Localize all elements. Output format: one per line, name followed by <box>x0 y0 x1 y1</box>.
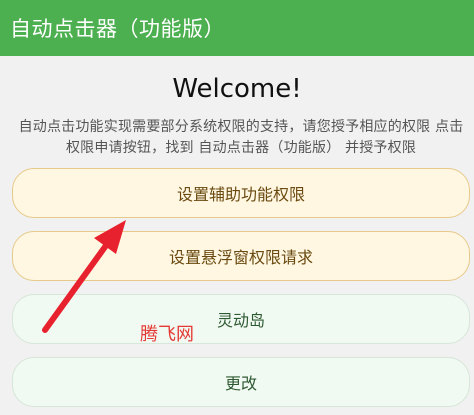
overlay-permission-button[interactable]: 设置悬浮窗权限请求 <box>12 231 470 281</box>
change-label: 更改 <box>224 374 257 393</box>
watermark-text: 腾飞网 <box>140 324 194 345</box>
app-bar: 自动点击器（功能版） <box>0 0 474 56</box>
main-content: Welcome! 自动点击功能实现需要部分系统权限的支持，请您授予相应的权限 点… <box>0 56 474 415</box>
dynamic-island-button[interactable]: 灵动岛 <box>12 294 470 344</box>
welcome-heading: Welcome! <box>172 74 302 104</box>
app-title: 自动点击器（功能版） <box>10 17 225 41</box>
change-button[interactable]: 更改 <box>12 357 470 407</box>
permission-description: 自动点击功能实现需要部分系统权限的支持，请您授予相应的权限 点击权限申请按钮，找… <box>18 119 464 156</box>
overlay-permission-label: 设置悬浮窗权限请求 <box>168 248 313 267</box>
accessibility-permission-button[interactable]: 设置辅助功能权限 <box>12 168 470 218</box>
accessibility-permission-label: 设置辅助功能权限 <box>176 185 305 204</box>
dynamic-island-label: 灵动岛 <box>216 311 265 330</box>
